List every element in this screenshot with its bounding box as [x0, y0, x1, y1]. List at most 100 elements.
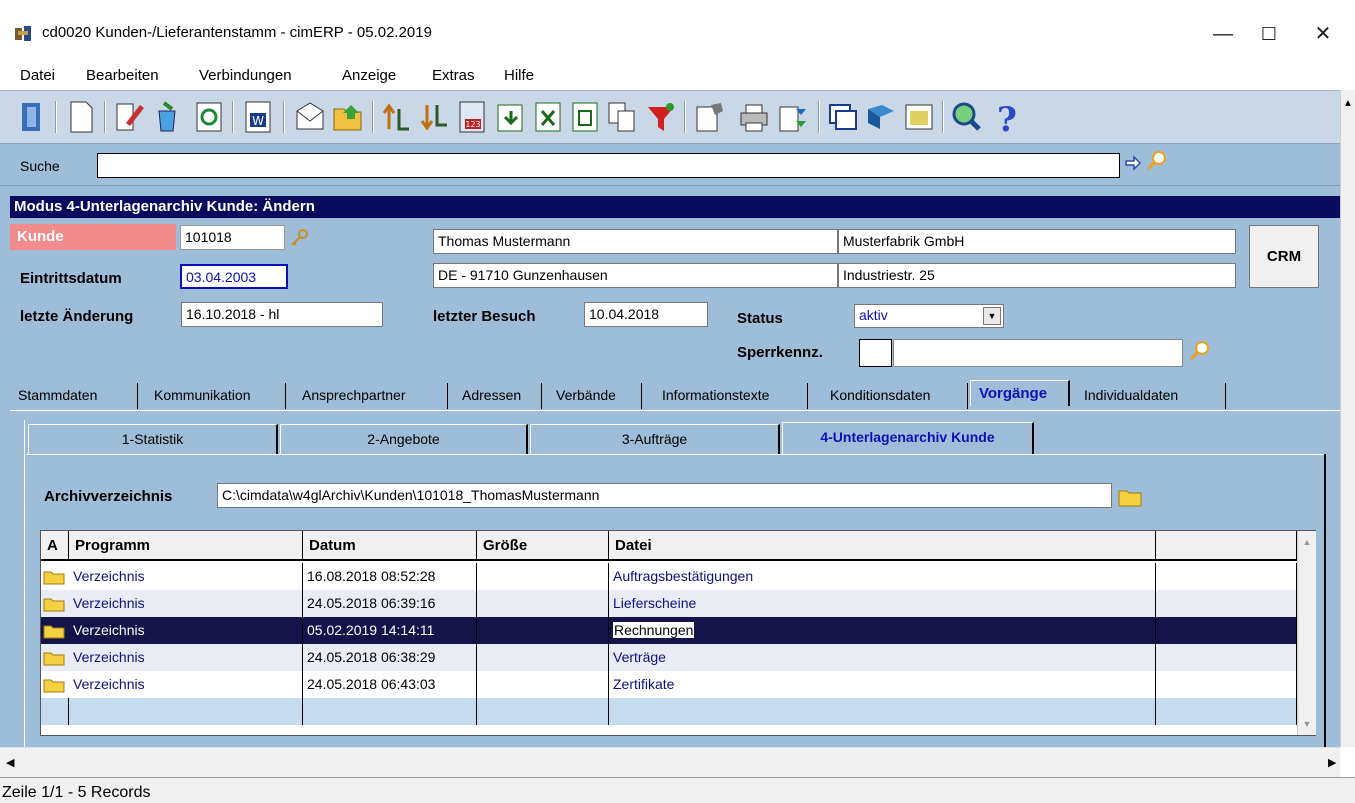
table-row-empty[interactable]	[41, 698, 1297, 725]
zoom-icon[interactable]	[950, 99, 984, 135]
folder-icon[interactable]	[1118, 487, 1142, 507]
sperr-text-field[interactable]	[893, 339, 1183, 367]
cell-programm: Verzeichnis	[69, 590, 303, 617]
scroll-down-icon[interactable]: ▼	[1298, 719, 1316, 729]
menu-datei[interactable]: Datei	[20, 67, 55, 84]
column-header-datum[interactable]: Datum	[303, 531, 477, 561]
street-field[interactable]: Industriestr. 25	[838, 263, 1236, 288]
scroll-left-icon[interactable]: ◀	[6, 756, 14, 769]
column-header-extra[interactable]	[1156, 531, 1297, 561]
subtab-unterlagenarchiv[interactable]: 4-Unterlagenarchiv Kunde	[782, 422, 1034, 455]
print-icon[interactable]	[737, 99, 771, 135]
subtab-auftraege[interactable]: 3-Aufträge	[530, 424, 780, 454]
menu-extras[interactable]: Extras	[432, 67, 475, 84]
subtab-statistik[interactable]: 1-Statistik	[28, 424, 278, 454]
tab-adressen[interactable]: Adressen	[454, 383, 542, 409]
table-row-selected[interactable]: Verzeichnis 05.02.2019 14:14:11 Rechnung…	[41, 617, 1297, 644]
table-row[interactable]: Verzeichnis 16.08.2018 08:52:28 Auftrags…	[41, 563, 1297, 590]
subtab-divider	[26, 454, 1326, 455]
tab-informationstexte[interactable]: Informationstexte	[654, 383, 808, 409]
new-document-icon[interactable]	[64, 99, 98, 135]
edit-icon[interactable]	[112, 99, 146, 135]
arrow-right-icon[interactable]	[1124, 154, 1142, 172]
mail-icon[interactable]	[293, 99, 327, 135]
close-button[interactable]: ✕	[1300, 18, 1346, 50]
tab-vorgaenge[interactable]: Vorgänge	[970, 380, 1070, 406]
help-icon[interactable]: ?	[990, 99, 1024, 135]
table-row[interactable]: Verzeichnis 24.05.2018 06:39:16 Liefersc…	[41, 590, 1297, 617]
sort-ascending-icon[interactable]	[379, 99, 413, 135]
filter-icon[interactable]	[644, 99, 678, 135]
search-bar: Suche	[0, 144, 1340, 186]
column-header-programm[interactable]: Programm	[69, 531, 303, 561]
scroll-right-icon[interactable]: ▶	[1328, 756, 1336, 769]
search-icon[interactable]	[1189, 340, 1211, 362]
besuch-field[interactable]: 10.04.2018	[584, 302, 708, 327]
svg-text:?: ?	[997, 100, 1017, 135]
book-icon[interactable]	[864, 99, 898, 135]
cell-empty	[41, 698, 69, 725]
import-icon[interactable]	[493, 99, 527, 135]
number-format-icon[interactable]: 123	[455, 99, 489, 135]
table-vertical-scrollbar[interactable]: ▲ ▼	[1297, 531, 1316, 735]
table-row[interactable]: Verzeichnis 24.05.2018 06:38:29 Verträge	[41, 644, 1297, 671]
menu-hilfe[interactable]: Hilfe	[504, 67, 534, 84]
tab-verbaende[interactable]: Verbände	[548, 383, 642, 409]
sperr-code-field[interactable]	[859, 339, 892, 367]
eintritt-date-field[interactable]: 03.04.2003	[180, 264, 288, 289]
menu-anzeige[interactable]: Anzeige	[342, 67, 396, 84]
delete-icon[interactable]	[150, 99, 184, 135]
tab-ansprechpartner[interactable]: Ansprechpartner	[294, 383, 448, 409]
city-field[interactable]: DE - 91710 Gunzenhausen	[433, 263, 838, 288]
menu-bearbeiten[interactable]: Bearbeiten	[86, 67, 159, 84]
calendar-grid-icon[interactable]	[902, 99, 936, 135]
properties-icon[interactable]	[693, 99, 727, 135]
maximize-button[interactable]: ☐	[1246, 18, 1292, 50]
excel-export-icon[interactable]	[531, 99, 565, 135]
company-field[interactable]: Musterfabrik GmbH	[838, 229, 1236, 254]
chevron-down-icon[interactable]: ▼	[983, 307, 1001, 325]
mode-bar: Modus 4-Unterlagenarchiv Kunde: Ändern	[10, 196, 1340, 218]
svg-text:123: 123	[465, 120, 480, 129]
column-header-groesse[interactable]: Größe	[477, 531, 609, 561]
cell-extra	[1156, 617, 1297, 644]
column-header-a[interactable]: A	[41, 531, 69, 561]
minimize-button[interactable]: —	[1200, 18, 1246, 50]
window-vertical-scrollbar[interactable]: ▲	[1340, 90, 1355, 747]
open-folder-icon[interactable]	[331, 99, 365, 135]
tab-individualdaten[interactable]: Individualdaten	[1076, 383, 1226, 409]
search-icon[interactable]	[1146, 150, 1168, 172]
table-row[interactable]: Verzeichnis 24.05.2018 06:43:03 Zertifik…	[41, 671, 1297, 698]
menu-verbindungen[interactable]: Verbindungen	[199, 67, 292, 84]
cell-empty	[303, 698, 477, 725]
cell-datei-editing[interactable]: Rechnungen	[609, 617, 1156, 644]
cell-empty	[1156, 698, 1297, 725]
horizontal-scrollbar[interactable]: ◀ ▶	[0, 747, 1340, 777]
status-select[interactable]: aktiv ▼	[854, 304, 1004, 328]
tab-kommunikation[interactable]: Kommunikation	[146, 383, 286, 409]
archive-table: A Programm Datum Größe Datei Verzeichnis…	[40, 530, 1316, 736]
key-icon[interactable]	[289, 228, 309, 248]
sort-descending-icon[interactable]	[417, 99, 451, 135]
customer-name-field[interactable]: Thomas Mustermann	[433, 229, 838, 254]
aenderung-field[interactable]: 16.10.2018 - hl	[181, 302, 383, 327]
column-header-datei[interactable]: Datei	[609, 531, 1156, 561]
tab-konditionsdaten[interactable]: Konditionsdaten	[822, 383, 968, 409]
exit-door-icon[interactable]	[14, 99, 48, 135]
search-input[interactable]	[97, 153, 1120, 178]
refresh-icon[interactable]	[192, 99, 226, 135]
cell-datei[interactable]: Rechnungen	[613, 622, 695, 638]
word-export-icon[interactable]: W	[241, 99, 275, 135]
eintritt-label: Eintrittsdatum	[20, 270, 122, 287]
scroll-up-icon[interactable]: ▲	[1298, 537, 1316, 547]
subtab-angebote[interactable]: 2-Angebote	[280, 424, 528, 454]
windows-icon[interactable]	[826, 99, 860, 135]
copy-icon[interactable]	[605, 99, 639, 135]
archive-path-field[interactable]: C:\cimdata\w4glArchiv\Kunden\101018_Thom…	[217, 483, 1112, 508]
print-preview-icon[interactable]	[776, 99, 810, 135]
crm-button[interactable]: CRM	[1249, 225, 1319, 288]
tab-stammdaten[interactable]: Stammdaten	[10, 383, 138, 409]
cell-empty	[477, 698, 609, 725]
pdf-export-icon[interactable]	[568, 99, 602, 135]
kunde-number-field[interactable]: 101018	[180, 225, 285, 250]
